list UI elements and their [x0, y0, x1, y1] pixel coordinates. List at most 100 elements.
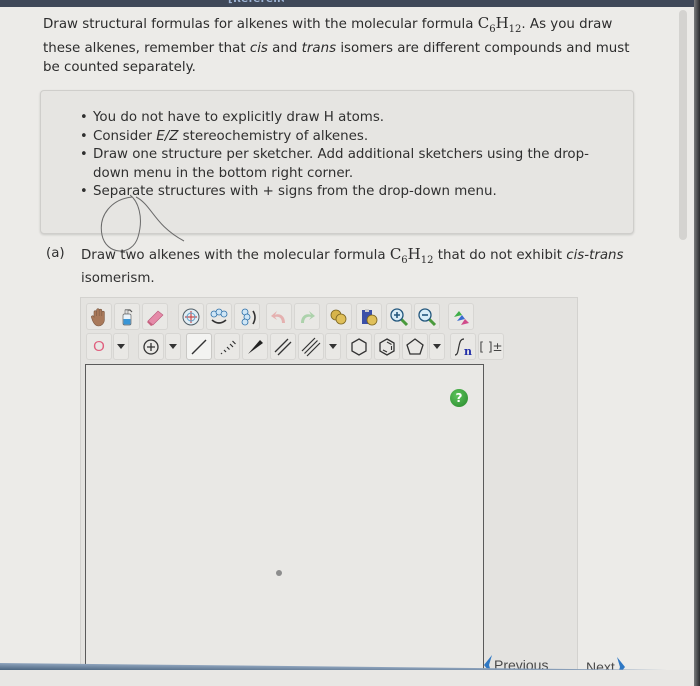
cyclohexane-tool-button[interactable] — [346, 333, 372, 360]
paste-button[interactable] — [356, 303, 382, 330]
drawing-canvas[interactable]: ? — [85, 364, 484, 675]
formula-c: C — [477, 14, 490, 32]
bullet: • — [80, 184, 88, 199]
hint-item: • Draw one structure per sketcher. Add ad… — [80, 146, 623, 183]
triple-bond-icon — [301, 337, 321, 356]
bullet: • — [80, 110, 88, 125]
bottom-strip — [0, 670, 700, 686]
flip-horizontal-icon — [210, 308, 228, 324]
copy-button[interactable] — [326, 303, 352, 330]
spray-bottle-icon — [122, 308, 133, 325]
top-bar: [References] — [0, 0, 700, 7]
eraser-icon — [147, 310, 164, 326]
bracket-tool-button[interactable]: [ ]± — [478, 333, 504, 360]
double-bond-tool-button[interactable] — [270, 333, 296, 360]
hand-tool-button[interactable] — [86, 303, 112, 330]
hexagon-icon — [351, 337, 367, 356]
zoom-in-icon — [390, 307, 409, 326]
flip-horizontal-button[interactable] — [206, 303, 232, 330]
references-link[interactable]: [References] — [228, 0, 284, 6]
single-bond-tool-button[interactable] — [186, 333, 212, 360]
bracket-charge-icon: [ ]± — [479, 339, 503, 354]
redo-button[interactable] — [294, 303, 320, 330]
sgroup-n: n — [464, 345, 472, 358]
intro-cis: cis — [249, 41, 268, 56]
hint-item: • Separate structures with + signs from t… — [80, 183, 623, 202]
question-text: Draw two alkenes with the molecular form… — [81, 245, 636, 288]
hint-item: • Consider E/Z stereochemistry of alkenes… — [80, 128, 623, 147]
hint-text: Separate structures with + signs from th… — [93, 184, 497, 199]
zoom-out-icon — [418, 307, 437, 326]
formula-h: H — [407, 245, 421, 263]
dropdown-arrow-icon — [117, 343, 125, 349]
intro-paragraph: Draw structural formulas for alkenes wit… — [43, 14, 643, 77]
intro-trans: trans — [301, 41, 337, 56]
charge-dropdown[interactable] — [165, 333, 181, 360]
charge-tool-button[interactable] — [138, 333, 164, 360]
bond-dropdown[interactable] — [325, 333, 341, 360]
cyclopentane-tool-button[interactable] — [402, 333, 428, 360]
triple-bond-tool-button[interactable] — [298, 333, 324, 360]
clean-icon — [454, 310, 469, 325]
bullet: • — [80, 128, 88, 144]
undo-icon — [271, 310, 285, 323]
wedge-bond-tool-button[interactable] — [242, 333, 268, 360]
zoom-out-button[interactable] — [414, 303, 440, 330]
plus-circle-icon — [143, 338, 159, 355]
atom-icon: O — [93, 338, 105, 355]
formula-h-sub: 12 — [508, 24, 522, 35]
formula-h-sub: 12 — [420, 255, 434, 266]
ring-dropdown[interactable] — [429, 333, 445, 360]
hint-text: Draw one structure per sketcher. Add add… — [93, 147, 589, 181]
paste-icon — [362, 308, 378, 325]
zoom-in-button[interactable] — [386, 303, 412, 330]
pentagon-icon — [406, 337, 424, 355]
question-text-part: Draw two alkenes with the molecular form… — [81, 248, 390, 263]
copy-icon — [330, 309, 347, 324]
single-bond-icon — [191, 339, 207, 354]
structure-sketcher: O n []± ? — [80, 297, 578, 679]
help-button[interactable]: ? — [450, 389, 468, 407]
hash-bond-tool-button[interactable] — [214, 333, 240, 360]
flip-vertical-icon — [241, 308, 256, 325]
center-tool-button[interactable] — [178, 303, 204, 330]
sgroup-tool-button[interactable]: n — [450, 333, 476, 360]
bullet: • — [80, 147, 88, 162]
hint-text: You do not have to explicitly draw H ato… — [93, 110, 385, 125]
clear-tool-button[interactable] — [114, 303, 140, 330]
question-text-part: isomerism. — [81, 271, 155, 286]
flip-vertical-button[interactable] — [234, 303, 260, 330]
wedge-bond-icon — [248, 339, 263, 354]
question-italic: cis-trans — [566, 248, 624, 263]
benzene-icon — [379, 337, 395, 356]
sgroup-icon: n — [454, 337, 472, 358]
undo-button[interactable] — [266, 303, 292, 330]
double-bond-icon — [274, 338, 292, 355]
hint-text: stereochemistry of alkenes. — [178, 128, 369, 144]
question-label: (a) — [46, 246, 65, 261]
formula-h: H — [495, 14, 509, 32]
molecular-formula: C6H12 — [389, 245, 434, 266]
formula-c: C — [389, 245, 402, 263]
eraser-tool-button[interactable] — [142, 303, 168, 330]
atom-tool-button[interactable]: O — [86, 333, 112, 360]
scrollbar[interactable] — [679, 10, 687, 240]
redo-icon — [301, 310, 315, 323]
hint-list: • You do not have to explicitly draw H at… — [80, 109, 623, 202]
intro-text: and — [267, 41, 302, 56]
dropdown-arrow-icon — [433, 343, 441, 349]
molecular-formula: C6H12 — [477, 14, 522, 35]
clean-structure-button[interactable] — [448, 303, 474, 330]
center-molecule-icon — [182, 308, 200, 325]
hint-item: • You do not have to explicitly draw H at… — [80, 109, 623, 128]
hint-box: • You do not have to explicitly draw H at… — [40, 90, 634, 234]
intro-text: Draw structural formulas for alkenes wit… — [43, 17, 478, 32]
atom-dropdown[interactable] — [113, 333, 129, 360]
canvas-center-dot — [276, 570, 282, 576]
dropdown-arrow-icon — [329, 343, 337, 349]
dropdown-arrow-icon — [169, 343, 177, 349]
hash-bond-icon — [220, 340, 236, 354]
hand-icon — [91, 307, 105, 326]
hint-text: Consider — [93, 128, 157, 144]
benzene-tool-button[interactable] — [374, 333, 400, 360]
